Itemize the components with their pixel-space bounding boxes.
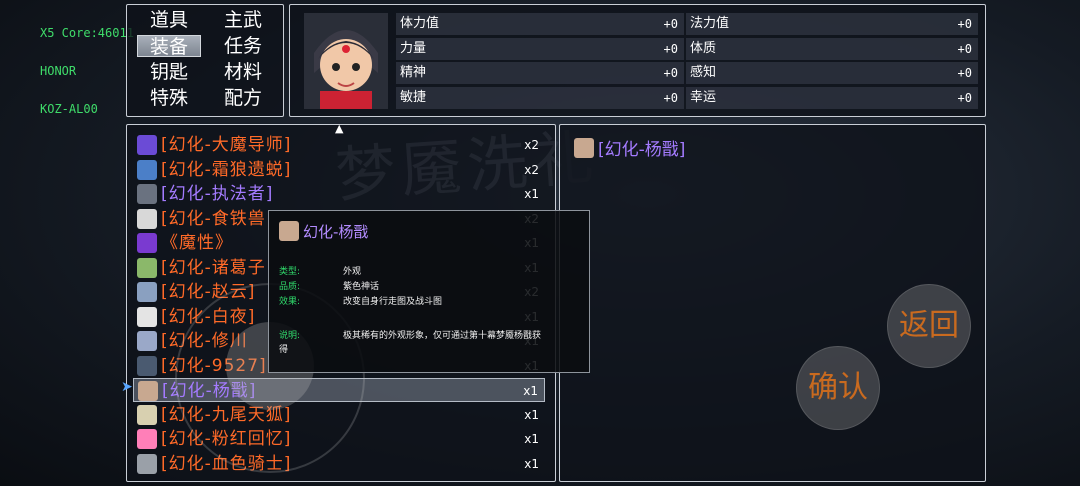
back-button[interactable]: 返回 — [887, 284, 971, 368]
confirm-button[interactable]: 确认 — [796, 346, 880, 430]
stat-value: +0 — [957, 17, 972, 31]
item-quantity: x1 — [524, 432, 539, 446]
category-tab[interactable]: 钥匙 — [137, 61, 201, 83]
stat-label: 体力值 — [400, 16, 440, 31]
stat-label: 敏捷 — [400, 89, 427, 105]
item-avatar-icon — [137, 184, 157, 204]
tooltip-title: 幻化-杨戬 — [303, 223, 369, 241]
device-model: KOZ-AL00 — [40, 102, 98, 116]
stat-label: 精神 — [400, 65, 427, 80]
stat-row: 幸运 +0 — [686, 86, 978, 109]
item-avatar-icon — [137, 135, 157, 155]
item-name: 《魔性》 — [161, 233, 233, 253]
category-tab[interactable]: 特殊 — [137, 87, 201, 109]
stat-label: 感知 — [690, 65, 717, 80]
tooltip-quality-value: 紫色神话 — [343, 282, 380, 292]
category-tab[interactable]: 配方 — [211, 87, 275, 109]
item-avatar-icon — [137, 159, 157, 180]
item-quantity: x1 — [524, 456, 539, 471]
tooltip-type-value: 外观 — [343, 267, 362, 277]
stat-row: 体质 +0 — [686, 37, 978, 60]
stat-value: +0 — [663, 17, 678, 31]
item-row[interactable]: [幻化-血色骑士] x1 — [133, 452, 545, 476]
stat-label: 幸运 — [690, 89, 717, 105]
tooltip-effect-label: 效果: — [279, 297, 301, 307]
tooltip-quality-label: 品质: — [279, 282, 301, 292]
category-tab[interactable]: 主武 — [211, 9, 275, 31]
stats-panel: 体力值 +0 法力值 +0 力量 +0 体质 +0 精神 +0 感知 +0 敏捷 +0 幸运 +0 — [289, 4, 986, 117]
item-avatar-icon — [137, 355, 157, 376]
stat-label: 体质 — [690, 40, 717, 56]
stat-row: 法力值 +0 — [686, 13, 978, 35]
selection-cursor-icon: ➤ — [121, 379, 133, 395]
item-avatar-icon — [137, 282, 157, 302]
item-quantity: x1 — [524, 407, 539, 422]
stat-row: 体力值 +0 — [396, 13, 684, 35]
tooltip-effect-value: 改变自身行走图及战斗图 — [343, 297, 443, 307]
stat-row: 力量 +0 — [396, 37, 684, 60]
device-core: X5 Core:46011 — [40, 26, 134, 40]
item-name: [幻化-大魔导师] — [161, 135, 292, 155]
back-button-label: 返回 — [899, 308, 959, 343]
tooltip-type-label: 类型: — [279, 267, 301, 277]
item-avatar-icon — [137, 429, 157, 449]
tooltip-desc-value: 极其稀有的外观形象，仅可通过第十幕梦魇杨戬获 — [343, 331, 542, 341]
device-brand: HONOR — [40, 64, 77, 78]
equipped-item[interactable]: [幻化-杨戬] — [574, 135, 685, 160]
category-tab[interactable]: 装备 — [137, 35, 201, 58]
category-tab[interactable]: 道具 — [137, 9, 201, 31]
item-name: [幻化-食铁兽 — [161, 208, 266, 229]
item-avatar-icon — [138, 381, 158, 401]
item-avatar-icon — [137, 331, 157, 351]
stat-value: +0 — [663, 66, 678, 80]
device-info: X5 Core:46011 HONOR KOZ-AL00 — [40, 14, 134, 128]
stat-value: +0 — [957, 66, 972, 80]
stat-row: 敏捷 +0 — [396, 86, 684, 109]
item-quantity: x1 — [523, 384, 538, 398]
item-name: [幻化-霜狼遗蜕] — [161, 159, 292, 180]
tooltip-item-icon — [279, 221, 299, 241]
character-portrait — [304, 13, 388, 109]
equipped-item-icon — [574, 138, 594, 158]
item-tooltip: 幻化-杨戬 类型: 外观 品质: 紫色神话 效果: 改变自身行走图及战斗图 说明… — [268, 210, 590, 373]
item-avatar-icon — [137, 257, 157, 278]
item-avatar-icon — [137, 208, 157, 229]
item-avatar-icon — [137, 453, 157, 474]
stat-row: 精神 +0 — [396, 62, 684, 84]
tooltip-desc-label: 说明: — [279, 331, 301, 341]
item-avatar-icon — [137, 404, 157, 425]
stat-value: +0 — [663, 90, 678, 105]
stat-value: +0 — [957, 90, 972, 105]
item-avatar-icon — [137, 233, 157, 253]
item-name: [幻化-诸葛子 — [161, 257, 266, 278]
category-menu: 道具 主武 装备 任务 钥匙 材料 特殊 配方 — [126, 4, 284, 117]
stat-value: +0 — [663, 41, 678, 56]
tooltip-desc-tail: 得 — [279, 345, 289, 355]
equipped-item-name: [幻化-杨戬] — [598, 140, 686, 160]
item-avatar-icon — [137, 306, 157, 327]
stat-label: 力量 — [400, 40, 427, 56]
stat-value: +0 — [957, 41, 972, 56]
confirm-button-label: 确认 — [808, 370, 868, 405]
item-name: [幻化-执法者] — [161, 184, 274, 204]
stat-row: 感知 +0 — [686, 62, 978, 84]
stat-label: 法力值 — [690, 16, 730, 31]
category-tab[interactable]: 材料 — [211, 61, 275, 83]
category-tab[interactable]: 任务 — [211, 35, 275, 57]
